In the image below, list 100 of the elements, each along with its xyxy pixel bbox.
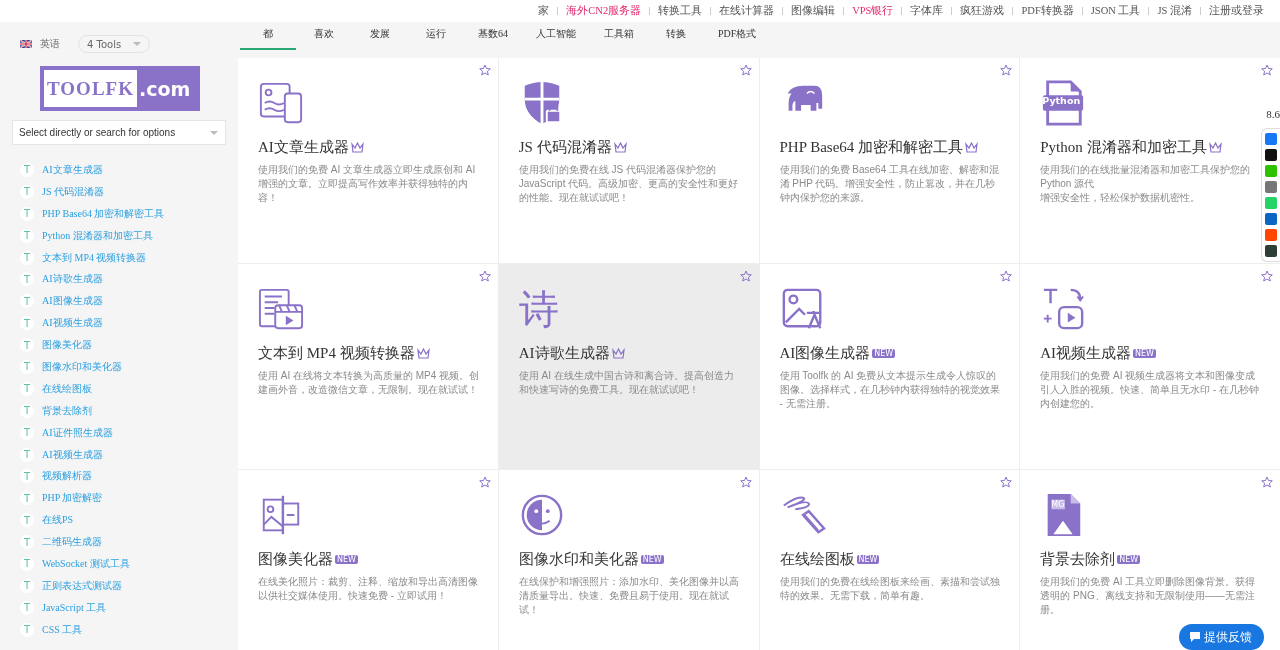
new-badge: NEW bbox=[872, 349, 896, 358]
top-nav-link[interactable]: JS 混淆 bbox=[1157, 4, 1192, 18]
tool-letter-icon: T bbox=[20, 294, 34, 309]
tool-card[interactable]: 图像水印和美化器 NEW 在线保护和增强照片：添加水印、美化图像并以高清质量导出。快速、免费且易于使用。现在就试试！ bbox=[498, 470, 759, 650]
tool-letter-icon: T bbox=[20, 403, 34, 418]
share-count: 8.6 bbox=[1266, 108, 1280, 120]
card-description: 使用我们的免费 AI 视频生成器将文本和图像变成引人入胜的视频。快速、简单且无水印 - 在几秒钟内创建您的。 bbox=[1040, 369, 1261, 411]
tool-letter-icon: T bbox=[20, 272, 34, 287]
card-title: 文本到 MP4 视频转换器 bbox=[258, 344, 415, 363]
chat-icon bbox=[1189, 631, 1201, 643]
card-description: 使用我们的免费 Base64 工具在线加密、解密和混淆 PHP 代码。增强安全性，防止篡改，并在几秒钟内保护您的来源。 bbox=[779, 163, 1000, 205]
top-nav-link[interactable]: 疯狂游戏 bbox=[960, 4, 1005, 18]
tool-letter-icon: T bbox=[20, 535, 34, 550]
top-nav-link[interactable]: 字体库 bbox=[910, 4, 944, 18]
tool-letter-icon: T bbox=[20, 316, 34, 331]
top-nav-link[interactable]: 海外CN2服务器 bbox=[566, 4, 642, 18]
new-badge: NEW bbox=[335, 555, 358, 564]
language-label[interactable]: 英语 bbox=[40, 37, 60, 51]
poem-character-icon: 诗 bbox=[518, 286, 565, 332]
category-tab[interactable]: 发展 bbox=[352, 27, 408, 50]
star-icon[interactable] bbox=[1000, 476, 1013, 488]
tool-card[interactable]: AI图像生成器 NEW 使用 Toolfk 的 AI 免费从文本提示生成令人惊叹的图像。选择样式，在几秒钟内获得独特的视觉效果 - 无需注册。 bbox=[759, 264, 1020, 469]
star-icon[interactable] bbox=[478, 476, 491, 488]
top-nav-link[interactable]: 转换工具 bbox=[658, 4, 703, 18]
star-icon[interactable] bbox=[1000, 270, 1013, 282]
card-title: PHP Base64 加密和解密工具 bbox=[779, 138, 964, 157]
feedback-button[interactable]: 提供反馈 bbox=[1179, 624, 1264, 650]
card-title: 在线绘图板 bbox=[779, 550, 855, 569]
tool-letter-icon: T bbox=[20, 162, 34, 177]
category-tab[interactable]: 转换 bbox=[648, 27, 704, 50]
tool-card[interactable]: JS 代码混淆器 使用我们的免费在线 JS 代码混淆器保护您的 JavaScript 代码。高级加密、更高的安全性和更好的性能。现在就试试吧！ bbox=[498, 58, 759, 263]
card-title: AI诗歌生成器 bbox=[518, 344, 610, 363]
star-icon[interactable] bbox=[1261, 64, 1273, 76]
card-description: 使用我们的免费在线 JS 代码混淆器保护您的 JavaScript 代码。高级加密、更高的安全性和更好的性能。现在就试试吧！ bbox=[518, 163, 740, 205]
category-tab[interactable]: 运行 bbox=[408, 27, 464, 50]
star-icon[interactable] bbox=[739, 64, 752, 76]
crown-icon bbox=[1208, 142, 1222, 153]
category-tab[interactable]: PDF格式 bbox=[704, 27, 771, 50]
new-badge: NEW bbox=[856, 555, 880, 564]
search-select[interactable]: Select directly or search for options bbox=[12, 120, 226, 145]
crown-icon bbox=[416, 348, 430, 359]
card-title: AI文章生成器 bbox=[258, 138, 349, 157]
category-tab[interactable]: 基数64 bbox=[464, 27, 522, 50]
top-nav-link[interactable]: 在线计算器 bbox=[719, 4, 775, 18]
top-nav-link[interactable]: 图像编辑 bbox=[791, 4, 836, 18]
tool-card[interactable]: 在线绘图板 NEW 使用我们的免费在线绘图板来绘画、素描和尝试独特的效果。无需下载，简单有趣。 bbox=[759, 470, 1020, 650]
crown-icon bbox=[611, 348, 625, 359]
card-description: 使用我们的免费 AI 工具立即删除图像背景。获得透明的 PNG、离线支持和无限制使用——无需注册。 bbox=[1040, 575, 1257, 617]
video-document-icon bbox=[258, 286, 304, 332]
top-nav-link[interactable]: 家 bbox=[538, 4, 550, 18]
tool-card[interactable]: AI视频生成器 NEW 使用我们的免费 AI 视频生成器将文本和图像变成引人入胜的视频。快速、简单且无水印 - 在几秒钟内创建您的。 bbox=[1020, 264, 1280, 469]
category-tab[interactable]: 都 bbox=[240, 27, 296, 50]
tool-letter-icon: T bbox=[20, 425, 34, 440]
card-title: AI视频生成器 bbox=[1040, 344, 1132, 363]
category-tab[interactable]: 人工智能 bbox=[522, 27, 590, 50]
tool-letter-icon: T bbox=[20, 359, 34, 374]
card-description: 使用我们的免费 AI 文章生成器立即生成原创和 AI 增强的文章。立即提高写作效率并获得独特的内容！ bbox=[258, 163, 477, 205]
tool-letter-icon: T bbox=[20, 250, 34, 265]
card-description: 增强安全性，轻松保护数据机密性。 bbox=[1040, 191, 1202, 205]
tool-card[interactable]: 文本到 MP4 视频转换器 使用 AI 在线将文本转换为高质量的 MP4 视频。创建画外音，改造微信文章，无限制。现在就试试！ bbox=[238, 264, 498, 469]
tool-letter-icon: T bbox=[20, 338, 34, 353]
category-tab[interactable]: 喜欢 bbox=[296, 27, 352, 50]
star-icon[interactable] bbox=[739, 476, 752, 488]
top-nav-link[interactable]: PDF转换器 bbox=[1021, 4, 1074, 18]
card-description: 使用我们的在线批量混淆器和加密工具保护您的 Python 源代 bbox=[1040, 163, 1252, 191]
tool-letter-icon: T bbox=[20, 381, 34, 396]
top-nav-link[interactable]: 注册或登录 bbox=[1209, 4, 1264, 18]
tool-letter-icon: T bbox=[20, 447, 34, 462]
card-description: 使用 AI 在线生成中国古诗和离合诗。提高创造力和快速写诗的免费工具。现在就试试吧！ bbox=[518, 369, 735, 397]
star-icon[interactable] bbox=[1261, 476, 1273, 488]
star-icon[interactable] bbox=[739, 270, 752, 282]
tool-letter-icon: T bbox=[20, 622, 34, 637]
flag-icon bbox=[20, 40, 32, 48]
tool-letter-icon: T bbox=[20, 556, 34, 571]
new-badge: NEW bbox=[1117, 555, 1141, 564]
tool-card[interactable]: 图像美化器 NEW 在线美化照片：裁剪、注释、缩放和导出高清图像以供社交媒体使用。快速免费 - 立即试用！ bbox=[238, 470, 498, 650]
crown-icon bbox=[613, 142, 627, 153]
tools-dropdown[interactable]: 4 Tools bbox=[78, 35, 150, 53]
tool-card[interactable]: PHP Base64 加密和解密工具 使用我们的免费 Base64 工具在线加密、解密和混淆 PHP 代码。增强安全性，防止篡改，并在几秒钟内保护您的来源。 bbox=[759, 58, 1020, 263]
card-title: Python 混淆器和加密工具 bbox=[1040, 138, 1207, 157]
tool-letter-icon: T bbox=[20, 228, 34, 243]
tool-card[interactable]: AI文章生成器 使用我们的免费 AI 文章生成器立即生成原创和 AI 增强的文章。立即提高写作效率并获得独特的内容！ bbox=[238, 58, 498, 263]
star-icon[interactable] bbox=[1000, 64, 1013, 76]
tool-letter-icon: T bbox=[20, 578, 34, 593]
card-title: 图像美化器 bbox=[258, 550, 333, 569]
star-icon[interactable] bbox=[478, 270, 491, 282]
star-icon[interactable] bbox=[1261, 270, 1273, 282]
top-nav-link[interactable]: JSON 工具 bbox=[1090, 4, 1141, 18]
category-tab[interactable]: 工具箱 bbox=[590, 27, 648, 50]
card-description: 在线保护和增强照片：添加水印、美化图像并以高清质量导出。快速、免费且易于使用。现在就试试！ bbox=[518, 575, 740, 617]
card-title: 背景去除剂 bbox=[1040, 550, 1116, 569]
card-description: 使用 AI 在线将文本转换为高质量的 MP4 视频。创建画外音，改造微信文章，无限制。现在就试试！ bbox=[258, 369, 480, 397]
card-description: 在线美化照片：裁剪、注释、缩放和导出高清图像以供社交媒体使用。快速免费 - 立即试用！ bbox=[258, 575, 479, 603]
card-title: 图像水印和美化器 bbox=[518, 550, 639, 569]
tool-letter-icon: T bbox=[20, 491, 34, 506]
star-icon[interactable] bbox=[478, 64, 491, 76]
top-nav-link[interactable]: VPS银行 bbox=[852, 4, 894, 18]
site-logo[interactable]: TOOLFK .com bbox=[40, 66, 200, 111]
card-description: 使用我们的免费在线绘图板来绘画、素描和尝试独特的效果。无需下载，简单有趣。 bbox=[779, 575, 1001, 603]
new-badge: NEW bbox=[640, 555, 664, 564]
